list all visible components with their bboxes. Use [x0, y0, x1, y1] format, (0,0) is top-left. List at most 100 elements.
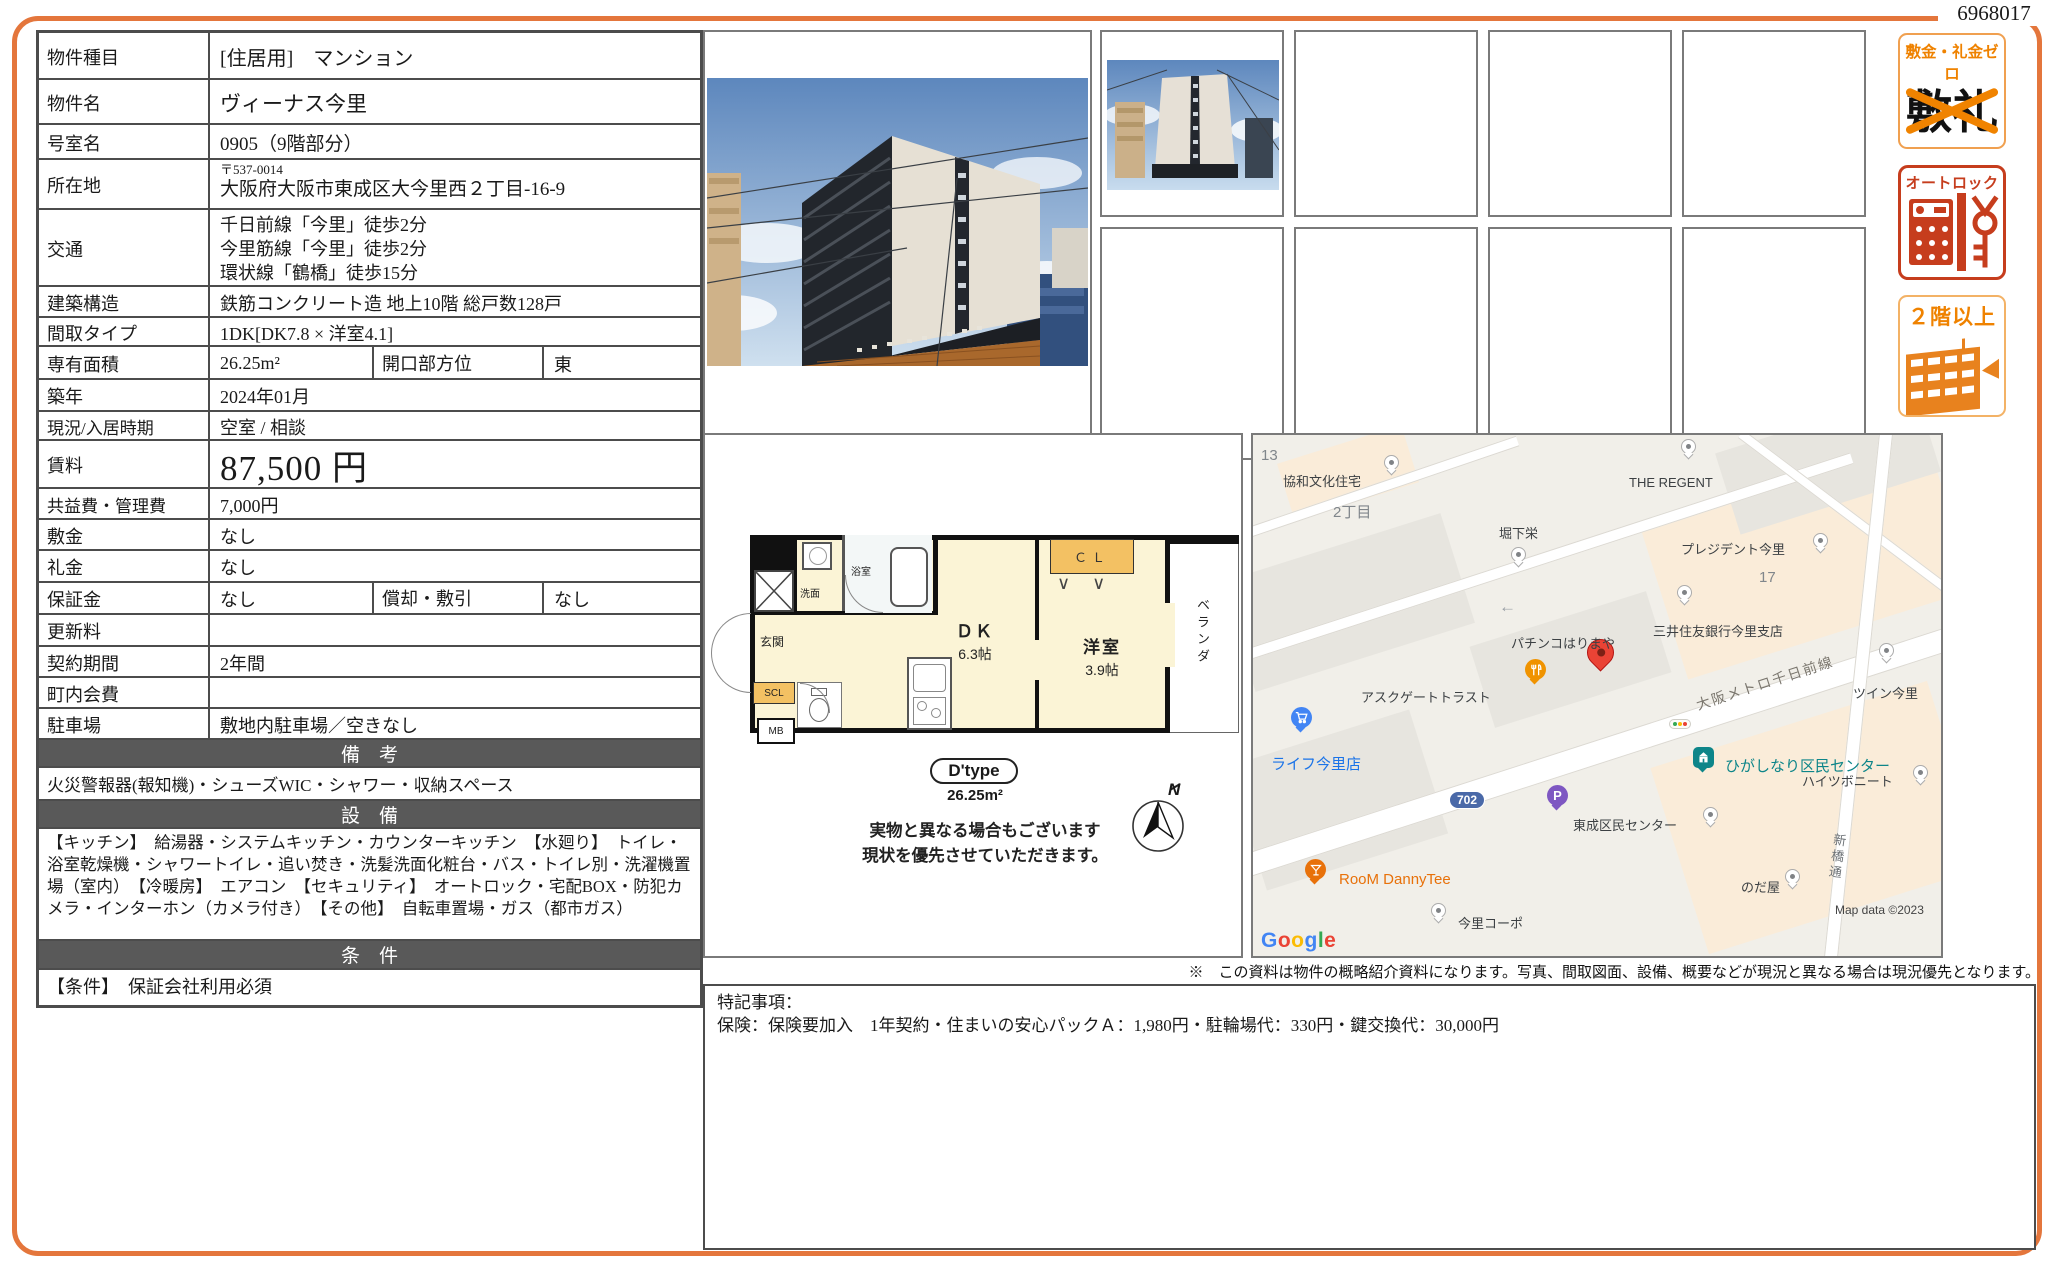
closet: ＣＬ [1050, 539, 1134, 574]
joken-content: 【条件】 保証会社利用必須 [39, 970, 700, 1005]
table-row: 専有面積26.25m²開口部方位東 [39, 347, 700, 380]
row-value: 空室 / 相談 [210, 412, 700, 439]
row-label: 駐車場 [39, 709, 210, 738]
map-label: 三井住友銀行今里支店 [1653, 621, 1783, 640]
photo-frame-empty [1488, 30, 1672, 217]
row-label: 専有面積 [39, 347, 210, 378]
map-label: 17 [1759, 569, 1776, 586]
row-label: 築年 [39, 380, 210, 410]
table-row: 更新料 [39, 615, 700, 647]
map-label: THE REGENT [1629, 475, 1713, 490]
section-header-joken: 条 件 [39, 941, 700, 970]
row-label-2: 償却・敷引 [372, 583, 544, 613]
address: 大阪府大阪市東成区大今里西２丁目-16-9 [220, 177, 700, 202]
photo-frame-empty [1682, 30, 1866, 217]
map-label: RooM DannyTee [1339, 871, 1451, 888]
autolock-icon [1901, 193, 2003, 273]
map-pin-parking: P [1547, 785, 1568, 806]
notes-title: 特記事項： [717, 992, 2022, 1014]
table-row: 町内会費 [39, 678, 700, 709]
building-arrow-icon [1902, 333, 2002, 415]
map-pin-poi [1681, 439, 1696, 454]
balcony-label: ベランダ [1193, 598, 1212, 666]
balcony: ベランダ [1168, 535, 1239, 733]
row-label: 町内会費 [39, 678, 210, 707]
photo-frame-empty [1294, 227, 1478, 460]
map-block [1251, 513, 1475, 692]
special-notes-box: 特記事項： 保険：保険要加入 1年契約・住まいの安心パックＡ：1,980円・駐輪… [703, 984, 2036, 1250]
western-room: 洋室 3.9帖 [1067, 633, 1137, 680]
map-label: ← [1499, 597, 1516, 617]
map-pin-poi [1703, 807, 1718, 822]
row-value [210, 678, 700, 707]
row-label: 契約期間 [39, 647, 210, 676]
elevator-icon [754, 570, 794, 612]
intercom-icon [1909, 199, 1953, 265]
table-row: 敷金なし [39, 520, 700, 551]
property-table: 物件種目[住居用] マンション 物件名ヴィーナス今里 号室名0905（9階部分）… [36, 30, 703, 1008]
map-label: ハイツボニート [1802, 771, 1893, 790]
dk-room: ＤＫ 6.3帖 [940, 617, 1010, 664]
badge-upper-floor: ２階以上 [1898, 295, 2006, 417]
entrance-door-arc [711, 613, 751, 653]
badge-autolock: オートロック [1898, 165, 2006, 280]
row-value: 7,000円 [210, 489, 700, 518]
map-label: Map data ©2023 [1835, 903, 1924, 917]
map-pin-poi [1384, 455, 1399, 470]
key-icon [1967, 195, 2003, 271]
google-logo-letter: G [1261, 929, 1278, 952]
main-photo-frame [703, 30, 1092, 460]
floorplan: ベランダ 浴室 洗面 玄関 SCL MB ＣＬ ∨∨ [703, 433, 1243, 958]
map-pin-cart [1291, 707, 1312, 728]
row-value [210, 615, 700, 645]
map-label: ツイン今里 [1853, 683, 1918, 702]
table-row: 所在地〒537-0014大阪府大阪市東成区大今里西２丁目-16-9 [39, 160, 700, 210]
row-label-2: 開口部方位 [372, 347, 544, 378]
map-pin-poi [1785, 869, 1800, 884]
setsubi-content: 【キッチン】 給湯器・システムキッチン・カウンターキッチン 【水廻り】 トイレ・… [39, 829, 700, 941]
row-label: 共益費・管理費 [39, 489, 210, 518]
table-row: 共益費・管理費7,000円 [39, 489, 700, 520]
row-label: 現況/入居時期 [39, 412, 210, 439]
google-logo-letter: o [1291, 929, 1304, 952]
row-label: 更新料 [39, 615, 210, 645]
map-label: パチンコはりまや [1511, 633, 1615, 652]
google-logo: Google [1261, 929, 1336, 953]
table-row: 築年2024年01月 [39, 380, 700, 412]
badge-autolock-title: オートロック [1901, 172, 2003, 193]
google-logo-letter: o [1278, 929, 1291, 952]
photo-frame-empty [1682, 227, 1866, 460]
google-logo-letter: e [1324, 929, 1336, 952]
table-row: 建築構造鉄筋コンクリート造 地上10階 総戸数128戸 [39, 287, 700, 318]
bathtub-icon [890, 547, 928, 607]
map-pin-bar [1305, 859, 1326, 880]
row-label: 建築構造 [39, 287, 210, 316]
section-header-biko: 備 考 [39, 740, 700, 768]
map-label: 東成区民センター [1573, 815, 1677, 834]
map-pin-poi [1431, 903, 1446, 918]
row-value: 敷地内駐車場／空きなし [210, 709, 700, 738]
row-label: 交通 [39, 210, 210, 285]
map-pin-poi [1913, 765, 1928, 780]
meter-box: MB [757, 718, 795, 744]
map-label: 堀下栄 [1499, 523, 1538, 542]
map-label: プレジデント今里 [1681, 539, 1785, 558]
photo-frame-empty [1488, 227, 1672, 460]
badge-no-deposit: 敷金・礼金ゼロ 敷礼 [1898, 33, 2006, 149]
row-value: 26.25m² [210, 347, 372, 378]
row-label: 物件名 [39, 80, 210, 123]
map-label: 協和文化住宅 [1283, 471, 1361, 490]
table-row: 間取タイプ1DK[DK7.8 × 洋室4.1] [39, 318, 700, 347]
row-value: 2024年01月 [210, 380, 700, 410]
map-pin-food [1525, 659, 1546, 680]
section-header-setsubi: 設 備 [39, 801, 700, 829]
closet-door-marks: ∨∨ [1057, 573, 1127, 594]
table-row: 保証金なし償却・敷引なし [39, 583, 700, 615]
row-label: 保証金 [39, 583, 210, 613]
map-pin-poi [1677, 585, 1692, 600]
row-value: ヴィーナス今里 [210, 80, 700, 123]
plan-area-label: 26.25m² [905, 787, 1045, 804]
kitchen-counter [907, 657, 952, 730]
row-value: 2年間 [210, 647, 700, 676]
location-map: 13協和文化住宅2丁目THE REGENT堀下栄プレジデント今里17三井住友銀行… [1251, 433, 1943, 958]
